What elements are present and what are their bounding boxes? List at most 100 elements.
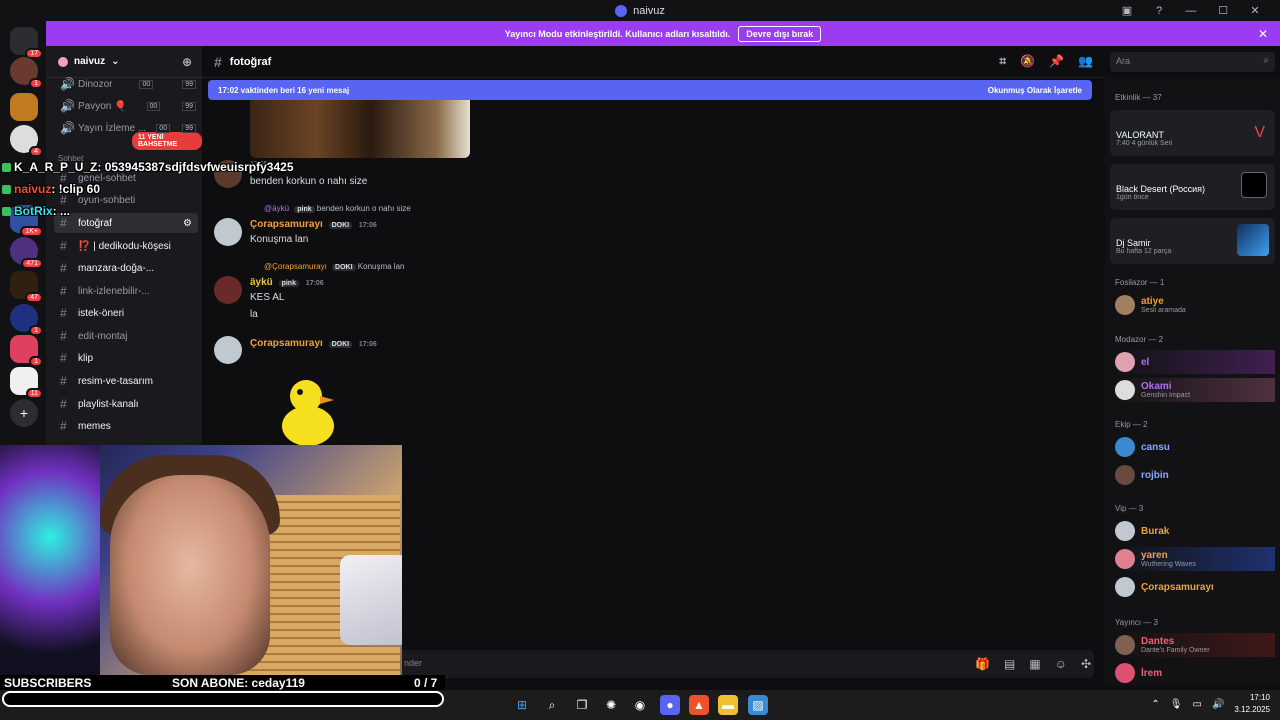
- add-server-button[interactable]: +: [10, 399, 38, 427]
- member-name: el: [1141, 356, 1150, 368]
- server-icon[interactable]: 1: [10, 335, 43, 367]
- help-icon[interactable]: ?: [1150, 5, 1168, 17]
- channel-name: Yayın İzleme ...: [78, 122, 147, 134]
- text-channel-active[interactable]: # fotoğraf ⚙: [54, 213, 198, 233]
- photos-icon[interactable]: ▨: [748, 695, 768, 715]
- member-item[interactable]: yaren Wuthering Waves: [1115, 547, 1275, 571]
- microphone: [340, 555, 402, 645]
- username[interactable]: Çorapsamurayı DOKI 17:06: [250, 338, 377, 349]
- volume-icon[interactable]: 🔊: [1212, 699, 1224, 710]
- clock[interactable]: 17:10 3.12.2025: [1234, 692, 1270, 716]
- member-item[interactable]: İrem: [1115, 661, 1275, 685]
- file-explorer-icon[interactable]: ▬: [718, 695, 738, 715]
- duck-sticker[interactable]: [280, 376, 336, 446]
- member-name: atiye: [1141, 296, 1164, 307]
- member-item[interactable]: rojbin: [1115, 463, 1275, 487]
- server-icon[interactable]: 1: [10, 57, 43, 89]
- text-channel[interactable]: # istek-öneri: [54, 303, 198, 323]
- search-input[interactable]: Ara ⌕: [1110, 52, 1275, 72]
- obs-icon[interactable]: ◉: [630, 695, 650, 715]
- activity-card[interactable]: VALORANT 7:40 4 günlük Seri V: [1110, 110, 1275, 156]
- link-icon: #: [60, 284, 67, 298]
- reply-preview[interactable]: @Çorapsamurayı DOKI Konuşma lan: [264, 262, 404, 271]
- settings-icon[interactable]: ⚙: [183, 218, 192, 229]
- apps-icon[interactable]: ✣: [1081, 657, 1091, 671]
- badge: 1: [29, 78, 43, 89]
- text-channel[interactable]: # edit-montaj: [54, 326, 198, 346]
- text-channel[interactable]: # resim-ve-tasarım: [54, 371, 198, 391]
- discord-icon[interactable]: ●: [660, 695, 680, 715]
- member-list-icon[interactable]: 👥: [1078, 54, 1093, 69]
- new-messages-text: 17:02 vaktinden beri 16 yeni mesaj: [218, 85, 350, 95]
- windows-start-icon[interactable]: ⊞: [512, 695, 532, 715]
- user-limit: 99: [182, 123, 196, 133]
- avatar[interactable]: [214, 336, 242, 364]
- brave-icon[interactable]: ▲: [689, 695, 709, 715]
- server-icon[interactable]: 471: [10, 237, 43, 269]
- network-icon[interactable]: ▭: [1193, 699, 1202, 710]
- channel-name: Dinozor: [78, 78, 113, 90]
- role-group-header: Ekip — 2: [1115, 420, 1148, 429]
- channel-name: playlist-kanalı: [78, 398, 139, 410]
- member-status: Wuthering Waves: [1141, 561, 1196, 568]
- server-icon[interactable]: 1: [10, 304, 43, 336]
- gift-icon[interactable]: 🎁: [975, 657, 990, 671]
- home-button[interactable]: 17: [10, 27, 43, 59]
- inbox-icon[interactable]: ▣: [1118, 4, 1136, 17]
- member-item[interactable]: cansu: [1115, 435, 1275, 459]
- server-icon[interactable]: 47: [10, 271, 43, 303]
- member-item[interactable]: el: [1115, 350, 1275, 374]
- reply-preview[interactable]: @äykü pink benden korkun o nahı size: [264, 204, 411, 213]
- message-image[interactable]: [250, 100, 470, 158]
- username[interactable]: äykü pink 17:06: [250, 277, 324, 288]
- text-channel[interactable]: # link-izlenebilir-...: [54, 281, 198, 301]
- mic-icon[interactable]: 🎙: [1170, 699, 1183, 710]
- close-icon[interactable]: ✕: [1258, 27, 1268, 41]
- chevron-up-icon[interactable]: ⌃: [1151, 699, 1159, 710]
- username[interactable]: Çorapsamurayı DOKI 17:06: [250, 219, 377, 230]
- avatar[interactable]: [214, 218, 242, 246]
- search-icon[interactable]: ⌕: [542, 695, 562, 715]
- mark-as-read-button[interactable]: Okunmuş Olarak İşaretle: [988, 86, 1082, 95]
- minimize-button[interactable]: —: [1182, 5, 1200, 17]
- server-icon[interactable]: [10, 93, 38, 121]
- activity-card[interactable]: Black Desert (Россия) 1gün önce: [1110, 164, 1275, 210]
- channel-name: Pavyon 🎈: [78, 100, 127, 112]
- server-icon[interactable]: 4: [10, 125, 43, 157]
- voice-channel[interactable]: 🔊 Pavyon 🎈 00 99: [54, 96, 198, 116]
- pin-icon[interactable]: 📌: [1049, 54, 1064, 69]
- chevron-down-icon: ⌄: [111, 56, 120, 67]
- channel-name: memes: [78, 420, 111, 432]
- text-channel[interactable]: # ⁉️ | dedikodu-köşesi: [54, 236, 198, 256]
- chat-text: : 053945387sdjfdsvfweuisrpfy3425: [97, 160, 294, 174]
- text-channel[interactable]: # playlist-kanalı: [54, 394, 198, 414]
- gif-icon[interactable]: ▤: [1004, 657, 1015, 671]
- task-view-icon[interactable]: ❐: [572, 695, 592, 715]
- member-item[interactable]: Burak: [1115, 519, 1275, 543]
- avatar[interactable]: [214, 276, 242, 304]
- badge: 1K+: [20, 226, 43, 237]
- timestamp: 17:06: [358, 341, 377, 348]
- server-icon[interactable]: 11: [10, 367, 43, 399]
- threads-icon[interactable]: ⌗: [999, 54, 1006, 69]
- text-channel[interactable]: # klip: [54, 348, 198, 368]
- new-messages-bar[interactable]: 17:02 vaktinden beri 16 yeni mesaj Okunm…: [208, 80, 1092, 100]
- activity-card[interactable]: Dj Samir Bu hafta 12 parça: [1110, 218, 1275, 264]
- sticker-icon[interactable]: ▦: [1029, 657, 1040, 671]
- message-text: KES AL: [250, 292, 285, 303]
- add-member-icon[interactable]: ⊕: [182, 55, 192, 69]
- chatgpt-icon[interactable]: ✺: [601, 695, 621, 715]
- notification-bell-icon[interactable]: 🔕: [1020, 54, 1035, 69]
- voice-channel[interactable]: 🔊 Dinozor 00 99: [54, 74, 198, 94]
- text-channel[interactable]: # manzara-doğa-...: [54, 258, 198, 278]
- text-channel[interactable]: # memes: [54, 416, 198, 436]
- member-item[interactable]: atiye Sesli aramada: [1115, 293, 1275, 317]
- maximize-button[interactable]: ☐: [1214, 4, 1232, 17]
- close-window-button[interactable]: ✕: [1246, 4, 1264, 17]
- member-item[interactable]: Okami Genshin Impact: [1115, 378, 1275, 402]
- disable-streamer-mode-button[interactable]: Devre dışı bırak: [738, 25, 822, 42]
- voice-channel[interactable]: 🔊 Yayın İzleme ... 00 99: [54, 118, 198, 138]
- emoji-icon[interactable]: ☺: [1055, 657, 1067, 671]
- member-item[interactable]: Çorapsamurayı: [1115, 575, 1275, 599]
- member-item[interactable]: Dantes Dante's Family Owner: [1115, 633, 1275, 657]
